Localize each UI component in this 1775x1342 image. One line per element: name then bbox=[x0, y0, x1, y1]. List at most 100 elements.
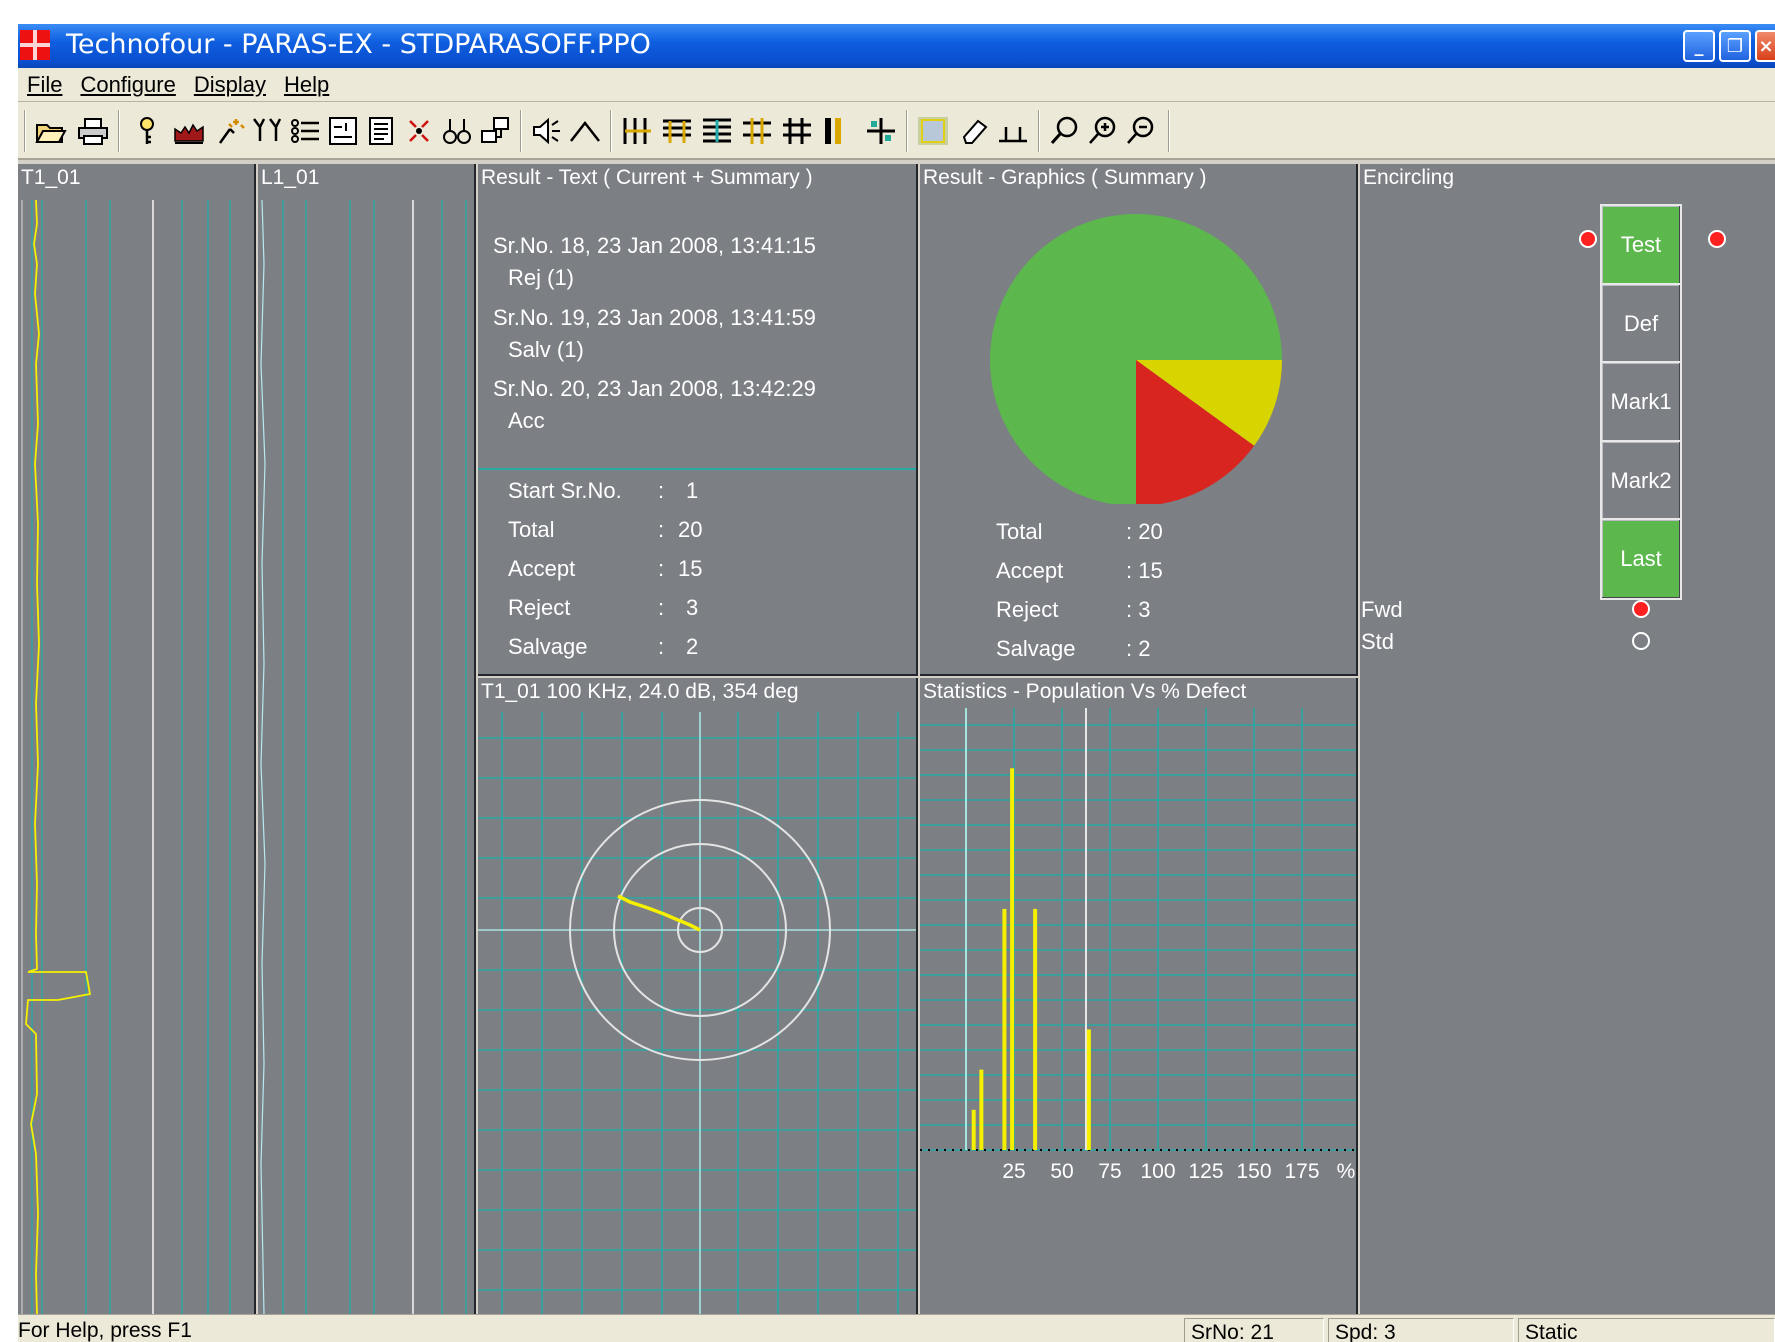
erase-icon[interactable] bbox=[958, 115, 992, 147]
cluster-icon[interactable] bbox=[440, 115, 474, 147]
network-icon[interactable] bbox=[478, 115, 512, 147]
summary-label: Salvage bbox=[508, 634, 588, 659]
summary-sep: : bbox=[658, 595, 665, 620]
summary-label: Accept bbox=[508, 556, 576, 581]
histogram-bar bbox=[1033, 908, 1038, 1150]
indicator-left-dot-icon bbox=[1579, 230, 1597, 248]
menu-display[interactable]: Display bbox=[185, 72, 275, 98]
menu-help[interactable]: Help bbox=[275, 72, 338, 98]
summary-value: 20 bbox=[678, 517, 703, 542]
summary-value: 3 bbox=[686, 595, 699, 620]
result-graphics-panel: Result - Graphics ( Summary ) Total : 20… bbox=[920, 164, 1358, 676]
toolbar-separator bbox=[1038, 110, 1040, 152]
highlight-icon[interactable] bbox=[916, 115, 950, 147]
statistics-panel: Statistics - Population Vs % Defect 25 50… bbox=[920, 678, 1358, 1314]
test-button[interactable]: Test bbox=[1600, 204, 1682, 286]
filter-icon[interactable] bbox=[250, 115, 284, 147]
menu-configure[interactable]: Configure bbox=[71, 72, 184, 98]
mark2-button[interactable]: Mark2 bbox=[1600, 440, 1682, 522]
fwd-indicator-icon bbox=[1632, 600, 1650, 618]
result-entry-status: Acc bbox=[508, 408, 545, 433]
app-logo-icon bbox=[20, 30, 50, 60]
restore-button[interactable]: ❐ bbox=[1719, 30, 1751, 62]
vgrid-icon[interactable] bbox=[620, 115, 654, 147]
open-icon[interactable] bbox=[34, 115, 68, 147]
grid-icon[interactable] bbox=[780, 115, 814, 147]
probe-icon[interactable] bbox=[130, 115, 164, 147]
result-entry-line: Sr.No. 18, 23 Jan 2008, 13:41:15 bbox=[493, 233, 816, 258]
sound-icon[interactable] bbox=[530, 115, 564, 147]
window-title: Technofour - PARAS-EX - STDPARASOFF.PPO bbox=[66, 29, 651, 60]
hgrid-icon[interactable] bbox=[660, 115, 694, 147]
strip-chart-t1[interactable]: T1_01 bbox=[18, 164, 256, 1314]
application-window: Technofour - PARAS-EX - STDPARASOFF.PPO … bbox=[18, 24, 1775, 1342]
summary-label: Total bbox=[508, 517, 555, 542]
summary-sep: : bbox=[658, 478, 665, 503]
cross-grid-icon[interactable] bbox=[740, 115, 774, 147]
summary-sep: : bbox=[658, 634, 665, 659]
list-icon[interactable] bbox=[288, 115, 322, 147]
result-entry-line: Sr.No. 19, 23 Jan 2008, 13:41:59 bbox=[493, 305, 816, 330]
summary-divider bbox=[478, 468, 916, 470]
graphics-summary-label: Reject bbox=[996, 597, 1059, 622]
report-icon[interactable] bbox=[364, 115, 398, 147]
chart-icon[interactable] bbox=[172, 115, 206, 147]
zoom-in-icon[interactable] bbox=[1086, 115, 1120, 147]
std-label: Std bbox=[1361, 629, 1395, 654]
zoom-out-icon[interactable] bbox=[1124, 115, 1158, 147]
strip-chart-t1-plot bbox=[21, 199, 231, 1314]
encircling-panel: Encircling bbox=[1360, 164, 1775, 1314]
print-icon[interactable] bbox=[76, 115, 110, 147]
menu-file[interactable]: File bbox=[18, 72, 71, 98]
title-bar[interactable]: Technofour - PARAS-EX - STDPARASOFF.PPO … bbox=[18, 24, 1775, 68]
channel-icon[interactable] bbox=[326, 115, 360, 147]
result-text-panel: Result - Text ( Current + Summary ) Sr.N… bbox=[478, 164, 918, 676]
zoom-icon[interactable] bbox=[1048, 115, 1082, 147]
toolbar-grip bbox=[24, 110, 26, 152]
toolbar-separator bbox=[520, 110, 522, 152]
split-icon[interactable] bbox=[864, 115, 898, 147]
close-button[interactable]: × bbox=[1755, 30, 1775, 62]
menu-help-label: Help bbox=[283, 71, 330, 97]
last-button[interactable]: Last bbox=[1600, 518, 1682, 600]
graphics-summary-label: Total bbox=[996, 519, 1043, 544]
spark-icon[interactable] bbox=[402, 115, 436, 147]
graphics-summary-label: Salvage bbox=[996, 636, 1076, 661]
calibrate-icon[interactable] bbox=[214, 115, 248, 147]
result-text-title: Result - Text ( Current + Summary ) bbox=[481, 166, 813, 189]
baseline-icon[interactable] bbox=[996, 115, 1030, 147]
summary-label: Reject bbox=[508, 595, 571, 620]
x-tick-label: 50 bbox=[1050, 1160, 1073, 1183]
impedance-plane-panel[interactable]: T1_01 100 KHz, 24.0 dB, 354 deg bbox=[478, 678, 918, 1314]
indicator-right-dot-icon bbox=[1708, 230, 1726, 248]
bar-icon[interactable] bbox=[818, 115, 852, 147]
summary-pie-chart bbox=[990, 214, 1282, 504]
minimize-button[interactable]: _ bbox=[1683, 30, 1715, 62]
help-hint: For Help, press F1 bbox=[18, 1319, 192, 1342]
status-mode: Static bbox=[1518, 1318, 1775, 1342]
graphics-summary-label: Accept bbox=[996, 558, 1064, 583]
menu-bar: File Configure Display Help bbox=[18, 68, 1775, 102]
std-indicator-icon bbox=[1632, 632, 1650, 650]
strip-chart-l1[interactable]: L1_01 bbox=[258, 164, 476, 1314]
status-bar: For Help, press F1 SrNo: 21 Spd: 3 Stati… bbox=[18, 1314, 1775, 1342]
graphics-summary-value: : 3 bbox=[1126, 597, 1151, 622]
encircling-title: Encircling bbox=[1363, 166, 1455, 189]
hgrid2-icon[interactable] bbox=[700, 115, 734, 147]
histogram-bar bbox=[979, 1069, 984, 1150]
impedance-plane-plot bbox=[478, 712, 916, 1314]
status-srno: SrNo: 21 bbox=[1184, 1318, 1324, 1342]
mark1-button[interactable]: Mark1 bbox=[1600, 361, 1682, 443]
menu-display-label: Display bbox=[193, 71, 266, 97]
menu-configure-label: Configure bbox=[80, 71, 176, 97]
peak-icon[interactable] bbox=[568, 115, 602, 147]
def-button[interactable]: Def bbox=[1600, 283, 1682, 365]
histogram-bar bbox=[1086, 1029, 1091, 1150]
strip-chart-l1-plot bbox=[260, 199, 467, 1314]
x-tick-label: 175 bbox=[1284, 1160, 1319, 1183]
status-speed: Spd: 3 bbox=[1328, 1318, 1514, 1342]
result-entry-line: Sr.No. 20, 23 Jan 2008, 13:42:29 bbox=[493, 376, 816, 401]
summary-label: Start Sr.No. bbox=[508, 478, 622, 503]
histogram-bar bbox=[971, 1109, 976, 1150]
menu-file-label: File bbox=[27, 71, 63, 97]
